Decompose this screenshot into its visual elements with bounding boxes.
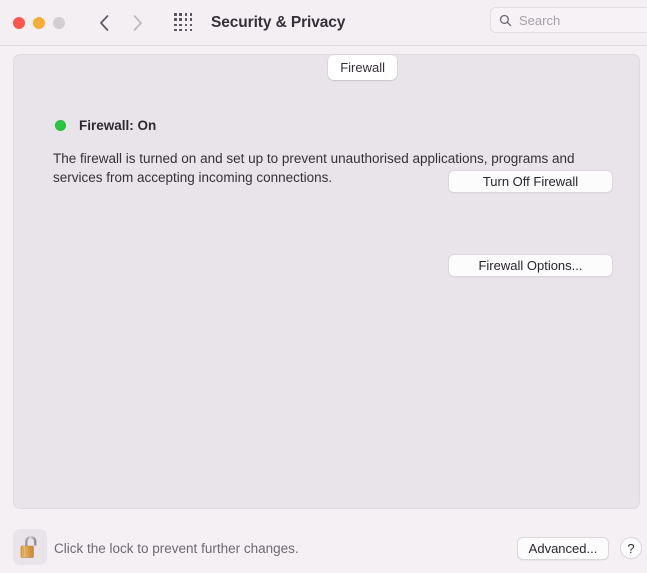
search-field[interactable]	[490, 7, 647, 33]
firewall-options-button[interactable]: Firewall Options...	[448, 254, 613, 277]
minimize-window-button[interactable]	[33, 17, 45, 29]
maximize-window-button[interactable]	[53, 17, 65, 29]
show-all-grid-icon[interactable]	[174, 13, 193, 32]
page-title: Security & Privacy	[211, 14, 345, 32]
back-chevron-icon[interactable]	[98, 13, 111, 33]
firewall-status-label: Firewall: On	[79, 118, 156, 133]
tab-firewall[interactable]: Firewall	[328, 55, 397, 80]
status-indicator-dot	[55, 120, 66, 131]
navigation-buttons	[98, 13, 144, 33]
help-button[interactable]: ?	[620, 537, 642, 559]
traffic-lights	[13, 17, 65, 29]
turn-off-firewall-button[interactable]: Turn Off Firewall	[448, 170, 613, 193]
lock-button[interactable]	[13, 529, 47, 565]
security-privacy-window: Security & Privacy General FileVault Fir…	[0, 0, 647, 573]
close-window-button[interactable]	[13, 17, 25, 29]
search-icon	[499, 14, 512, 27]
advanced-button[interactable]: Advanced...	[517, 537, 609, 560]
firewall-status-row: Firewall: On	[55, 118, 156, 133]
titlebar: Security & Privacy	[0, 0, 647, 46]
unlocked-padlock-icon	[18, 534, 42, 561]
firewall-panel: Firewall: On The firewall is turned on a…	[13, 54, 640, 509]
forward-chevron-icon[interactable]	[131, 13, 144, 33]
search-input[interactable]	[519, 13, 639, 28]
lock-message: Click the lock to prevent further change…	[54, 541, 299, 556]
